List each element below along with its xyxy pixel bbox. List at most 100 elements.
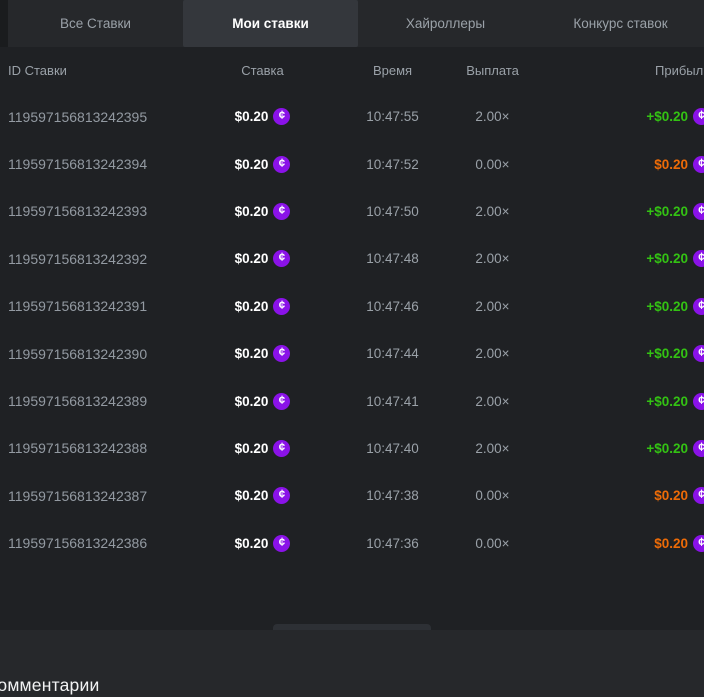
bet-id-cell: 119597156813242388 xyxy=(8,440,230,456)
profit-amount: +$0.20 xyxy=(646,204,688,219)
bet-payout-cell: 0.00× xyxy=(465,536,555,551)
profit-amount: +$0.20 xyxy=(646,299,688,314)
bet-id-cell: 119597156813242390 xyxy=(8,346,230,362)
bet-id-cell: 119597156813242393 xyxy=(8,203,230,219)
profit-amount: +$0.20 xyxy=(646,109,688,124)
bet-profit-cell: $0.20 ¢ xyxy=(555,156,704,173)
bet-amount-cell: $0.20 ¢ xyxy=(230,108,295,125)
table-row: 119597156813242387 $0.20 ¢ 10:47:38 0.00… xyxy=(0,472,704,519)
tab[interactable]: Все Ставки xyxy=(8,0,183,47)
bet-payout-cell: 2.00× xyxy=(465,394,555,409)
bet-amount-cell: $0.20 ¢ xyxy=(230,345,295,362)
coin-icon: ¢ xyxy=(693,298,704,315)
profit-amount: +$0.20 xyxy=(646,251,688,266)
bet-time-cell: 10:47:40 xyxy=(295,441,465,456)
bet-amount: $0.20 xyxy=(235,441,269,456)
bet-profit-cell: +$0.20 ¢ xyxy=(555,440,704,457)
bet-payout-cell: 0.00× xyxy=(465,157,555,172)
table-row: 119597156813242391 $0.20 ¢ 10:47:46 2.00… xyxy=(0,283,704,330)
table-header: ID Ставки Ставка Время Выплата Прибыль xyxy=(0,47,704,93)
bet-amount-cell: $0.20 ¢ xyxy=(230,156,295,173)
coin-icon: ¢ xyxy=(273,203,290,220)
bet-amount-cell: $0.20 ¢ xyxy=(230,487,295,504)
table-row: 119597156813242390 $0.20 ¢ 10:47:44 2.00… xyxy=(0,330,704,377)
bet-profit-cell: +$0.20 ¢ xyxy=(555,250,704,267)
bet-id-cell: 119597156813242395 xyxy=(8,109,230,125)
coin-icon: ¢ xyxy=(273,250,290,267)
bet-time-cell: 10:47:36 xyxy=(295,536,465,551)
bets-table-panel: ID Ставки Ставка Время Выплата Прибыль 1… xyxy=(0,47,704,630)
bet-amount: $0.20 xyxy=(235,157,269,172)
bet-amount: $0.20 xyxy=(235,346,269,361)
profit-amount: $0.20 xyxy=(654,536,688,551)
column-header-time: Время xyxy=(295,63,465,78)
profit-amount: +$0.20 xyxy=(646,346,688,361)
profit-amount: +$0.20 xyxy=(646,394,688,409)
bet-profit-cell: +$0.20 ¢ xyxy=(555,108,704,125)
bet-amount: $0.20 xyxy=(235,204,269,219)
bet-profit-cell: $0.20 ¢ xyxy=(555,487,704,504)
bet-payout-cell: 2.00× xyxy=(465,204,555,219)
bet-payout-cell: 0.00× xyxy=(465,488,555,503)
column-header-profit: Прибыль xyxy=(555,63,704,78)
bet-time-cell: 10:47:46 xyxy=(295,299,465,314)
bet-profit-cell: +$0.20 ¢ xyxy=(555,345,704,362)
bet-time-cell: 10:47:50 xyxy=(295,204,465,219)
bet-amount-cell: $0.20 ¢ xyxy=(230,250,295,267)
bet-profit-cell: $0.20 ¢ xyxy=(555,535,704,552)
coin-icon: ¢ xyxy=(273,487,290,504)
bet-time-cell: 10:47:48 xyxy=(295,251,465,266)
bet-payout-cell: 2.00× xyxy=(465,251,555,266)
bet-id-cell: 119597156813242394 xyxy=(8,156,230,172)
bet-payout-cell: 2.00× xyxy=(465,299,555,314)
coin-icon: ¢ xyxy=(273,440,290,457)
bet-id-cell: 119597156813242387 xyxy=(8,488,230,504)
bets-page: { "tabs": [ {"label": "Все Ставки", "act… xyxy=(0,0,704,697)
table-row: 119597156813242386 $0.20 ¢ 10:47:36 0.00… xyxy=(0,520,704,567)
table-body: 119597156813242395 $0.20 ¢ 10:47:55 2.00… xyxy=(0,93,704,567)
bet-payout-cell: 2.00× xyxy=(465,109,555,124)
coin-icon: ¢ xyxy=(693,156,704,173)
profit-amount: $0.20 xyxy=(654,488,688,503)
tab[interactable]: Мои ставки xyxy=(183,0,358,47)
profit-amount: $0.20 xyxy=(654,157,688,172)
bet-payout-cell: 2.00× xyxy=(465,346,555,361)
coin-icon: ¢ xyxy=(273,298,290,315)
coin-icon: ¢ xyxy=(693,393,704,410)
bet-profit-cell: +$0.20 ¢ xyxy=(555,203,704,220)
column-header-bet: Ставка xyxy=(230,63,295,78)
bet-amount: $0.20 xyxy=(235,251,269,266)
coin-icon: ¢ xyxy=(693,487,704,504)
table-row: 119597156813242389 $0.20 ¢ 10:47:41 2.00… xyxy=(0,377,704,424)
coin-icon: ¢ xyxy=(693,440,704,457)
bet-amount-cell: $0.20 ¢ xyxy=(230,440,295,457)
bet-time-cell: 10:47:44 xyxy=(295,346,465,361)
bet-payout-cell: 2.00× xyxy=(465,441,555,456)
coin-icon: ¢ xyxy=(273,108,290,125)
bet-amount-cell: $0.20 ¢ xyxy=(230,203,295,220)
comments-section: Комментарии xyxy=(0,630,704,697)
bet-id-cell: 119597156813242391 xyxy=(8,298,230,314)
tab[interactable]: Конкурс ставок xyxy=(533,0,704,47)
tab[interactable]: Хайроллеры xyxy=(358,0,533,47)
table-row: 119597156813242388 $0.20 ¢ 10:47:40 2.00… xyxy=(0,425,704,472)
bet-amount-cell: $0.20 ¢ xyxy=(230,535,295,552)
coin-icon: ¢ xyxy=(693,535,704,552)
coin-icon: ¢ xyxy=(273,535,290,552)
bet-amount-cell: $0.20 ¢ xyxy=(230,298,295,315)
bet-amount: $0.20 xyxy=(235,536,269,551)
bets-tab-bar: Все СтавкиМои ставкиХайроллерыКонкурс ст… xyxy=(8,0,704,47)
bet-id-cell: 119597156813242392 xyxy=(8,251,230,267)
bet-id-cell: 119597156813242389 xyxy=(8,393,230,409)
table-row: 119597156813242395 $0.20 ¢ 10:47:55 2.00… xyxy=(0,93,704,140)
bet-time-cell: 10:47:55 xyxy=(295,109,465,124)
coin-icon: ¢ xyxy=(693,108,704,125)
bet-amount: $0.20 xyxy=(235,488,269,503)
bet-amount: $0.20 xyxy=(235,109,269,124)
column-header-id: ID Ставки xyxy=(8,63,230,78)
column-header-payout: Выплата xyxy=(465,63,555,78)
bet-id-cell: 119597156813242386 xyxy=(8,535,230,551)
table-row: 119597156813242393 $0.20 ¢ 10:47:50 2.00… xyxy=(0,188,704,235)
coin-icon: ¢ xyxy=(273,156,290,173)
bet-time-cell: 10:47:41 xyxy=(295,394,465,409)
